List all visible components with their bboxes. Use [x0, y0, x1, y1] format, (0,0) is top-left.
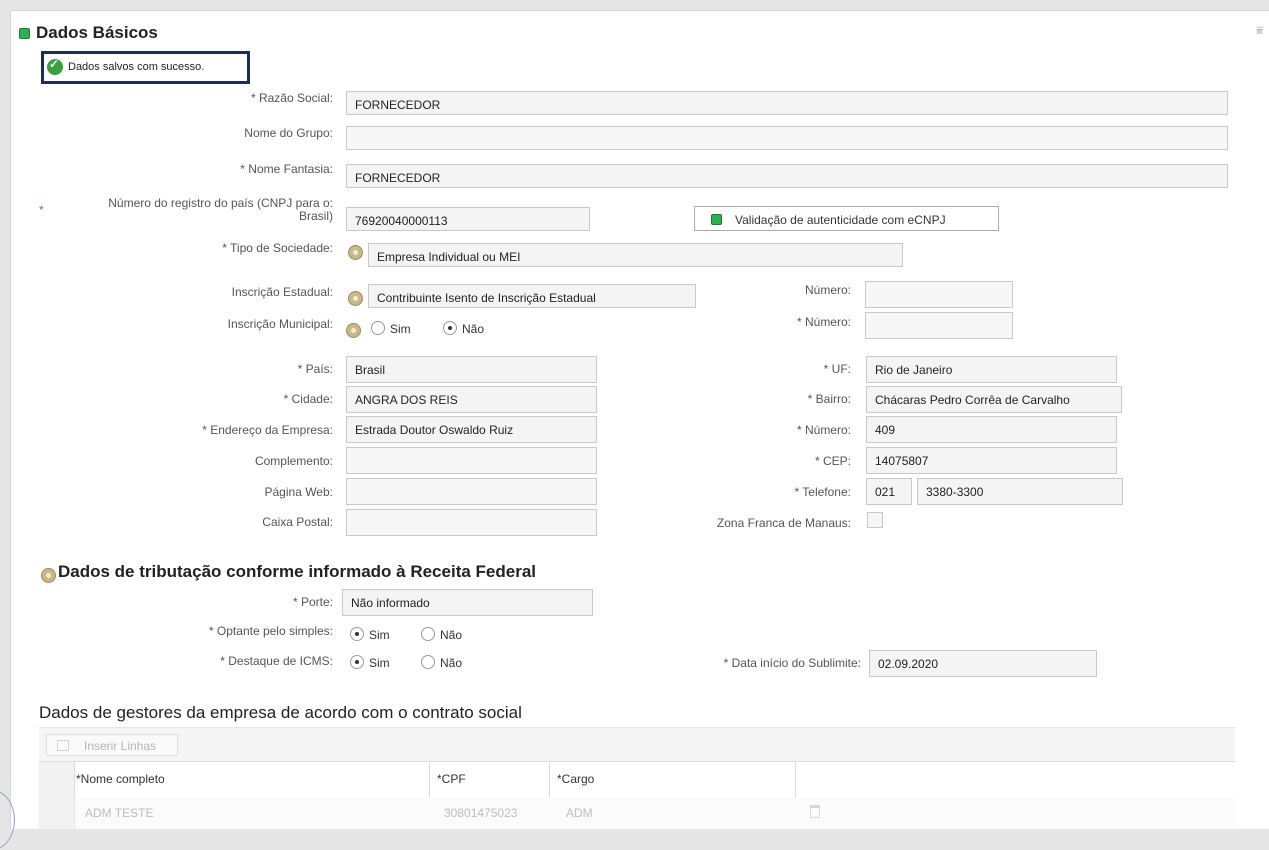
- simples-label: * Optante pelo simples:: [208, 624, 333, 638]
- zona-franca-label: Zona Franca de Manaus:: [716, 516, 851, 530]
- telefone-label: * Telefone:: [794, 485, 852, 499]
- endereco-field[interactable]: Estrada Doutor Oswaldo Ruiz: [346, 416, 597, 443]
- im-sim-radio[interactable]: [371, 321, 385, 335]
- section-title: Dados Básicos: [36, 23, 158, 42]
- caixa-postal-label: Caixa Postal:: [262, 515, 333, 529]
- registro-field[interactable]: 76920040000113: [346, 207, 590, 231]
- col-nome-header[interactable]: *Nome completo: [76, 772, 165, 786]
- endereco-label: * Endereço da Empresa:: [202, 423, 333, 437]
- zona-franca-checkbox[interactable]: [867, 512, 883, 528]
- pagina-web-field[interactable]: [346, 478, 597, 505]
- cep-field[interactable]: 14075807: [866, 447, 1117, 474]
- tipo-sociedade-label: * Tipo de Sociedade:: [222, 241, 333, 255]
- col-cpf-header[interactable]: *CPF: [437, 772, 466, 786]
- cidade-field[interactable]: ANGRA DOS REIS: [346, 386, 597, 413]
- info-icon[interactable]: [41, 568, 56, 583]
- nome-grupo-field[interactable]: [346, 126, 1228, 150]
- grid-divider: [429, 762, 430, 798]
- bairro-label: * Bairro:: [807, 392, 851, 406]
- icms-sim-radio[interactable]: [350, 655, 364, 669]
- cidade-label: * Cidade:: [283, 392, 333, 406]
- simples-sim-radio[interactable]: [350, 627, 364, 641]
- im-sim-label: Sim: [390, 322, 411, 336]
- grid-divider: [549, 762, 550, 798]
- uf-field[interactable]: Rio de Janeiro: [866, 356, 1117, 383]
- col-cargo-header[interactable]: *Cargo: [557, 772, 594, 786]
- nome-grupo-label: Nome do Grupo:: [244, 126, 333, 140]
- pais-field[interactable]: Brasil: [346, 356, 597, 383]
- registro-required-marker: *: [39, 203, 44, 217]
- inserir-linhas-label: Inserir Linhas: [84, 739, 157, 753]
- info-icon[interactable]: [346, 323, 361, 338]
- inscricao-municipal-label: Inscrição Municipal:: [227, 317, 333, 331]
- caixa-postal-field[interactable]: [346, 509, 597, 536]
- grid-divider: [795, 762, 796, 798]
- icms-label: * Destaque de ICMS:: [220, 654, 333, 668]
- grid-row-selector-header: [39, 762, 75, 798]
- razao-social-label: * Razão Social:: [250, 91, 333, 105]
- section-status-icon: [19, 28, 30, 39]
- validacao-status-icon: [711, 214, 722, 225]
- complemento-label: Complemento:: [254, 454, 333, 468]
- icms-sim-label: Sim: [369, 656, 390, 670]
- inserir-linhas-button[interactable]: Inserir Linhas: [46, 734, 178, 756]
- row-nome-cell[interactable]: ADM TESTE: [85, 806, 153, 820]
- sublimite-field[interactable]: 02.09.2020: [869, 650, 1097, 677]
- razao-social-field[interactable]: FORNECEDOR: [346, 91, 1228, 115]
- gestores-toolbar: Inserir Linhas: [39, 727, 1235, 762]
- validacao-ecnpj-button[interactable]: Validação de autenticidade com eCNPJ: [694, 206, 999, 231]
- simples-nao-radio[interactable]: [421, 627, 435, 641]
- porte-field[interactable]: Não informado: [342, 589, 593, 616]
- tributacao-title: Dados de tributação conforme informado à…: [58, 562, 537, 581]
- complemento-field[interactable]: [346, 447, 597, 474]
- check-circle-icon: ✓: [47, 57, 63, 75]
- telefone-field[interactable]: 3380-3300: [917, 478, 1123, 505]
- simples-nao-label: Não: [440, 628, 463, 642]
- trash-icon[interactable]: [810, 805, 820, 818]
- cep-label: * CEP:: [814, 454, 851, 468]
- sublimite-label: * Data início do Sublimite:: [723, 656, 861, 670]
- info-icon[interactable]: [348, 291, 363, 306]
- porte-label: * Porte:: [292, 595, 333, 609]
- info-icon[interactable]: [348, 245, 363, 260]
- table-row: ADM TESTE 30801475023 ADM: [39, 798, 1235, 829]
- im-nao-label: Não: [462, 322, 485, 336]
- numero-endereco-label: * Número:: [796, 423, 851, 437]
- inscricao-estadual-field[interactable]: Contribuinte Isento de Inscrição Estadua…: [368, 284, 696, 308]
- bairro-field[interactable]: Chácaras Pedro Corrêa de Carvalho: [866, 386, 1122, 413]
- dados-basicos-panel: Dados Básicos ⩸ ✓ Dados salvos com suces…: [10, 10, 1269, 829]
- inscricao-estadual-label: Inscrição Estadual:: [231, 285, 333, 299]
- numero-ie-field[interactable]: [865, 281, 1013, 308]
- gestores-title: Dados de gestores da empresa de acordo c…: [39, 703, 522, 722]
- pais-label: * País:: [297, 362, 333, 376]
- icms-nao-label: Não: [440, 656, 463, 670]
- row-cpf-cell[interactable]: 30801475023: [444, 806, 517, 820]
- grid-row-selector[interactable]: [39, 798, 75, 829]
- nome-fantasia-label: * Nome Fantasia:: [240, 162, 333, 176]
- filter-icon[interactable]: ⩸: [1256, 23, 1263, 38]
- tipo-sociedade-field[interactable]: Empresa Individual ou MEI: [368, 243, 903, 267]
- validacao-button-label: Validação de autenticidade com eCNPJ: [735, 213, 946, 227]
- numero-ie-label: Número:: [804, 283, 851, 297]
- simples-sim-label: Sim: [369, 628, 390, 642]
- numero-im-field[interactable]: [865, 312, 1013, 339]
- numero-endereco-field[interactable]: 409: [866, 416, 1117, 443]
- numero-im-label: * Número:: [796, 315, 851, 329]
- gestores-grid-header: *Nome completo *CPF *Cargo: [39, 761, 1235, 799]
- row-cargo-cell[interactable]: ADM: [566, 806, 593, 820]
- table-add-icon: [57, 740, 69, 751]
- success-message-text: Dados salvos com sucesso.: [68, 61, 205, 73]
- pagina-web-label: Página Web:: [264, 485, 334, 499]
- uf-label: * UF:: [823, 362, 851, 376]
- im-nao-radio[interactable]: [443, 321, 457, 335]
- icms-nao-radio[interactable]: [421, 655, 435, 669]
- registro-label: Número do registro do país (CNPJ para o:…: [108, 196, 333, 223]
- nome-fantasia-field[interactable]: FORNECEDOR: [346, 164, 1228, 188]
- success-message-box: ✓ Dados salvos com sucesso.: [41, 51, 250, 84]
- telefone-ddd-field[interactable]: 021: [866, 478, 912, 505]
